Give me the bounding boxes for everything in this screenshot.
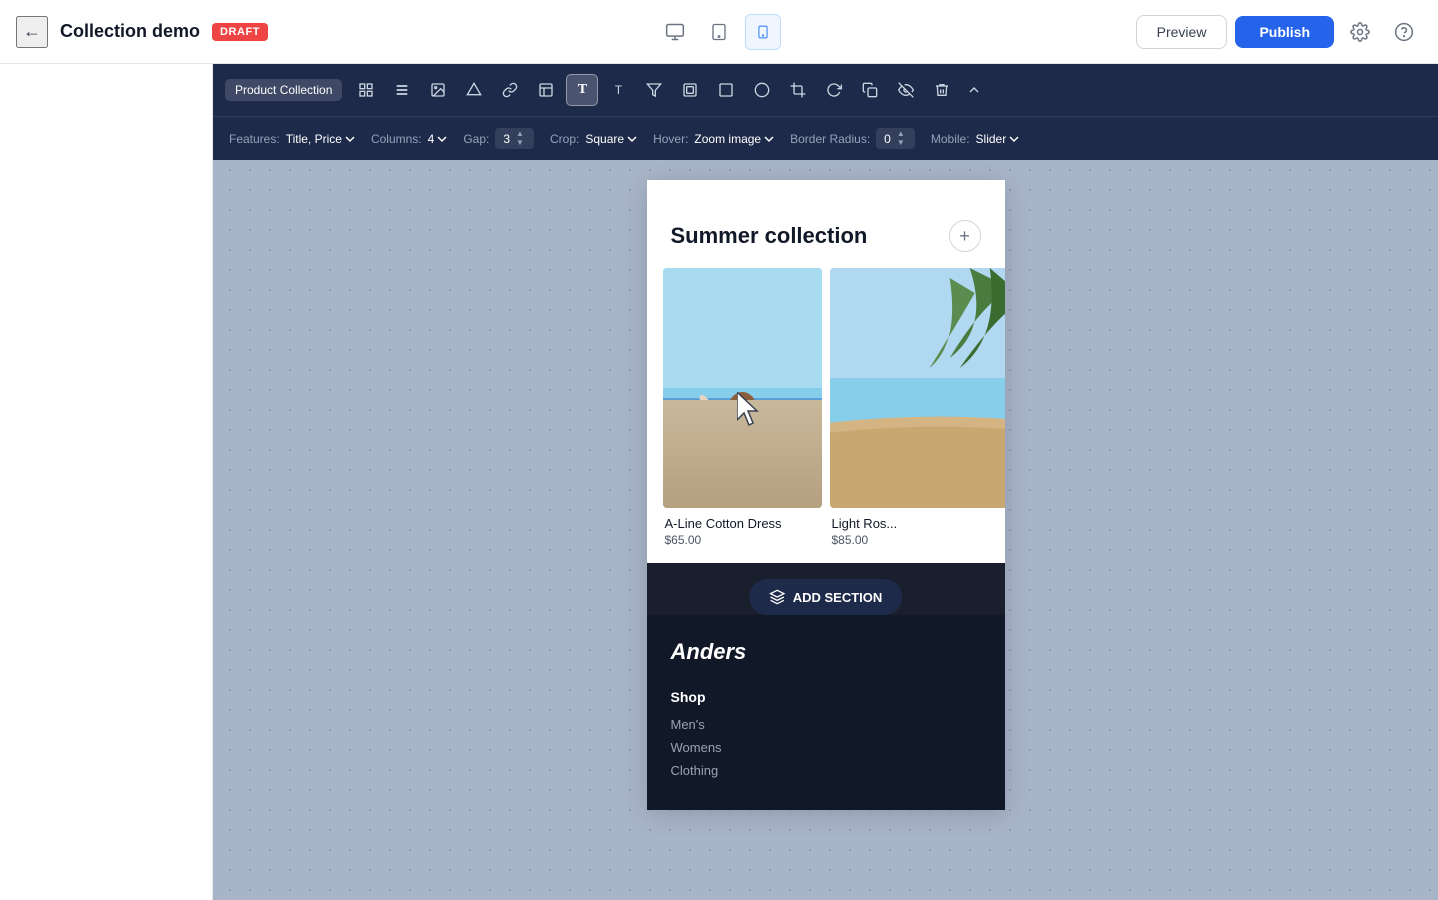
gap-down[interactable]: ▼ <box>514 139 526 147</box>
header-right: Preview Publish <box>1136 14 1422 50</box>
view-switcher <box>657 14 781 50</box>
circle-icon-btn[interactable] <box>746 74 778 106</box>
gap-spinner[interactable]: ▲ ▼ <box>514 130 526 147</box>
footer-shop-title: Shop <box>671 689 981 705</box>
shape-icon-btn[interactable] <box>458 74 490 106</box>
features-option: Features: Title, Price <box>229 132 355 146</box>
hover-label: Hover: <box>653 132 688 146</box>
publish-button[interactable]: Publish <box>1235 16 1334 48</box>
crop-dropdown[interactable]: Square <box>585 132 637 146</box>
text2-icon-btn[interactable]: T <box>602 74 634 106</box>
add-section-area: ADD SECTION <box>647 563 1005 615</box>
product-price-2: $85.00 <box>830 533 1005 547</box>
header-bar: ← Collection demo DRAFT Preview Publish <box>0 0 1438 64</box>
preview-button[interactable]: Preview <box>1136 15 1228 49</box>
br-down[interactable]: ▼ <box>895 139 907 147</box>
heading-icon-btn[interactable] <box>386 74 418 106</box>
mobile-dropdown[interactable]: Slider <box>976 132 1020 146</box>
options-bar: Features: Title, Price Columns: 4 Gap: 3… <box>213 116 1438 160</box>
product-image-1 <box>663 268 822 508</box>
layout-icon-btn[interactable] <box>530 74 562 106</box>
crop-option: Crop: Square <box>550 132 637 146</box>
product-name-2: Light Ros... <box>830 516 1005 531</box>
text-icon-btn[interactable]: T <box>566 74 598 106</box>
border-radius-input[interactable]: 0 ▲ ▼ <box>876 128 915 149</box>
add-section-label: ADD SECTION <box>793 590 883 605</box>
crop-label: Crop: <box>550 132 579 146</box>
duplicate-icon-btn[interactable] <box>854 74 886 106</box>
component-toolbar: Product Collection <box>213 64 1438 116</box>
footer-nav-womens: Womens <box>671 740 981 755</box>
features-label: Features: <box>229 132 280 146</box>
image-icon-btn[interactable] <box>422 74 454 106</box>
features-dropdown[interactable]: Title, Price <box>286 132 355 146</box>
settings-button[interactable] <box>1342 14 1378 50</box>
product-image-2 <box>830 268 1005 508</box>
gap-input[interactable]: 3 ▲ ▼ <box>495 128 534 149</box>
border-radius-option: Border Radius: 0 ▲ ▼ <box>790 128 915 149</box>
delete-icon-btn[interactable] <box>926 74 958 106</box>
hover-dropdown[interactable]: Zoom image <box>694 132 774 146</box>
mobile-view-button[interactable] <box>745 14 781 50</box>
gap-label: Gap: <box>463 132 489 146</box>
gap-option: Gap: 3 ▲ ▼ <box>463 128 534 149</box>
br-up[interactable]: ▲ <box>895 130 907 138</box>
component-label: Product Collection <box>225 79 342 101</box>
grid-icon-btn[interactable] <box>350 74 382 106</box>
filter-icon-btn[interactable] <box>638 74 670 106</box>
mobile-label: Mobile: <box>931 132 970 146</box>
hover-option: Hover: Zoom image <box>653 132 774 146</box>
desktop-view-button[interactable] <box>657 14 693 50</box>
section-header: Summer collection + <box>647 200 1005 268</box>
help-button[interactable] <box>1386 14 1422 50</box>
footer-nav-clothing: Clothing <box>671 763 981 778</box>
preview-topbar <box>647 180 1005 200</box>
product-name-1: A-Line Cotton Dress <box>663 516 822 531</box>
product-price-1: $65.00 <box>663 533 822 547</box>
header-left: ← Collection demo DRAFT <box>16 16 1136 48</box>
link-icon-btn[interactable] <box>494 74 526 106</box>
mobile-option: Mobile: Slider <box>931 132 1019 146</box>
border-radius-label: Border Radius: <box>790 132 870 146</box>
phone-preview: Summer collection + <box>647 180 1005 810</box>
gap-up[interactable]: ▲ <box>514 130 526 138</box>
back-button[interactable]: ← <box>16 16 48 48</box>
border-radius-spinner[interactable]: ▲ ▼ <box>895 130 907 147</box>
collapse-icon-btn[interactable] <box>966 82 982 98</box>
products-grid: A-Line Cotton Dress $65.00 <box>647 268 1005 563</box>
crop-icon-btn[interactable] <box>782 74 814 106</box>
footer-section: Anders Shop Men's Womens Clothing <box>647 615 1005 810</box>
product-card-1: A-Line Cotton Dress $65.00 <box>663 268 822 547</box>
columns-option: Columns: 4 <box>371 132 447 146</box>
canvas-area: Summer collection + <box>213 160 1438 900</box>
page-title: Collection demo <box>60 21 200 42</box>
tablet-view-button[interactable] <box>701 14 737 50</box>
columns-dropdown[interactable]: 4 <box>428 132 448 146</box>
refresh-icon-btn[interactable] <box>818 74 850 106</box>
add-content-button[interactable]: + <box>949 220 981 252</box>
footer-brand: Anders <box>671 639 981 665</box>
section-title: Summer collection <box>671 223 868 249</box>
columns-label: Columns: <box>371 132 422 146</box>
footer-nav-mens: Men's <box>671 717 981 732</box>
add-section-button[interactable]: ADD SECTION <box>749 579 903 615</box>
draft-badge: DRAFT <box>212 23 268 41</box>
layers-icon-btn[interactable] <box>674 74 706 106</box>
resize-icon-btn[interactable] <box>710 74 742 106</box>
hide-icon-btn[interactable] <box>890 74 922 106</box>
left-sidebar <box>0 64 213 900</box>
product-card-2: Light Ros... $85.00 <box>830 268 1005 547</box>
